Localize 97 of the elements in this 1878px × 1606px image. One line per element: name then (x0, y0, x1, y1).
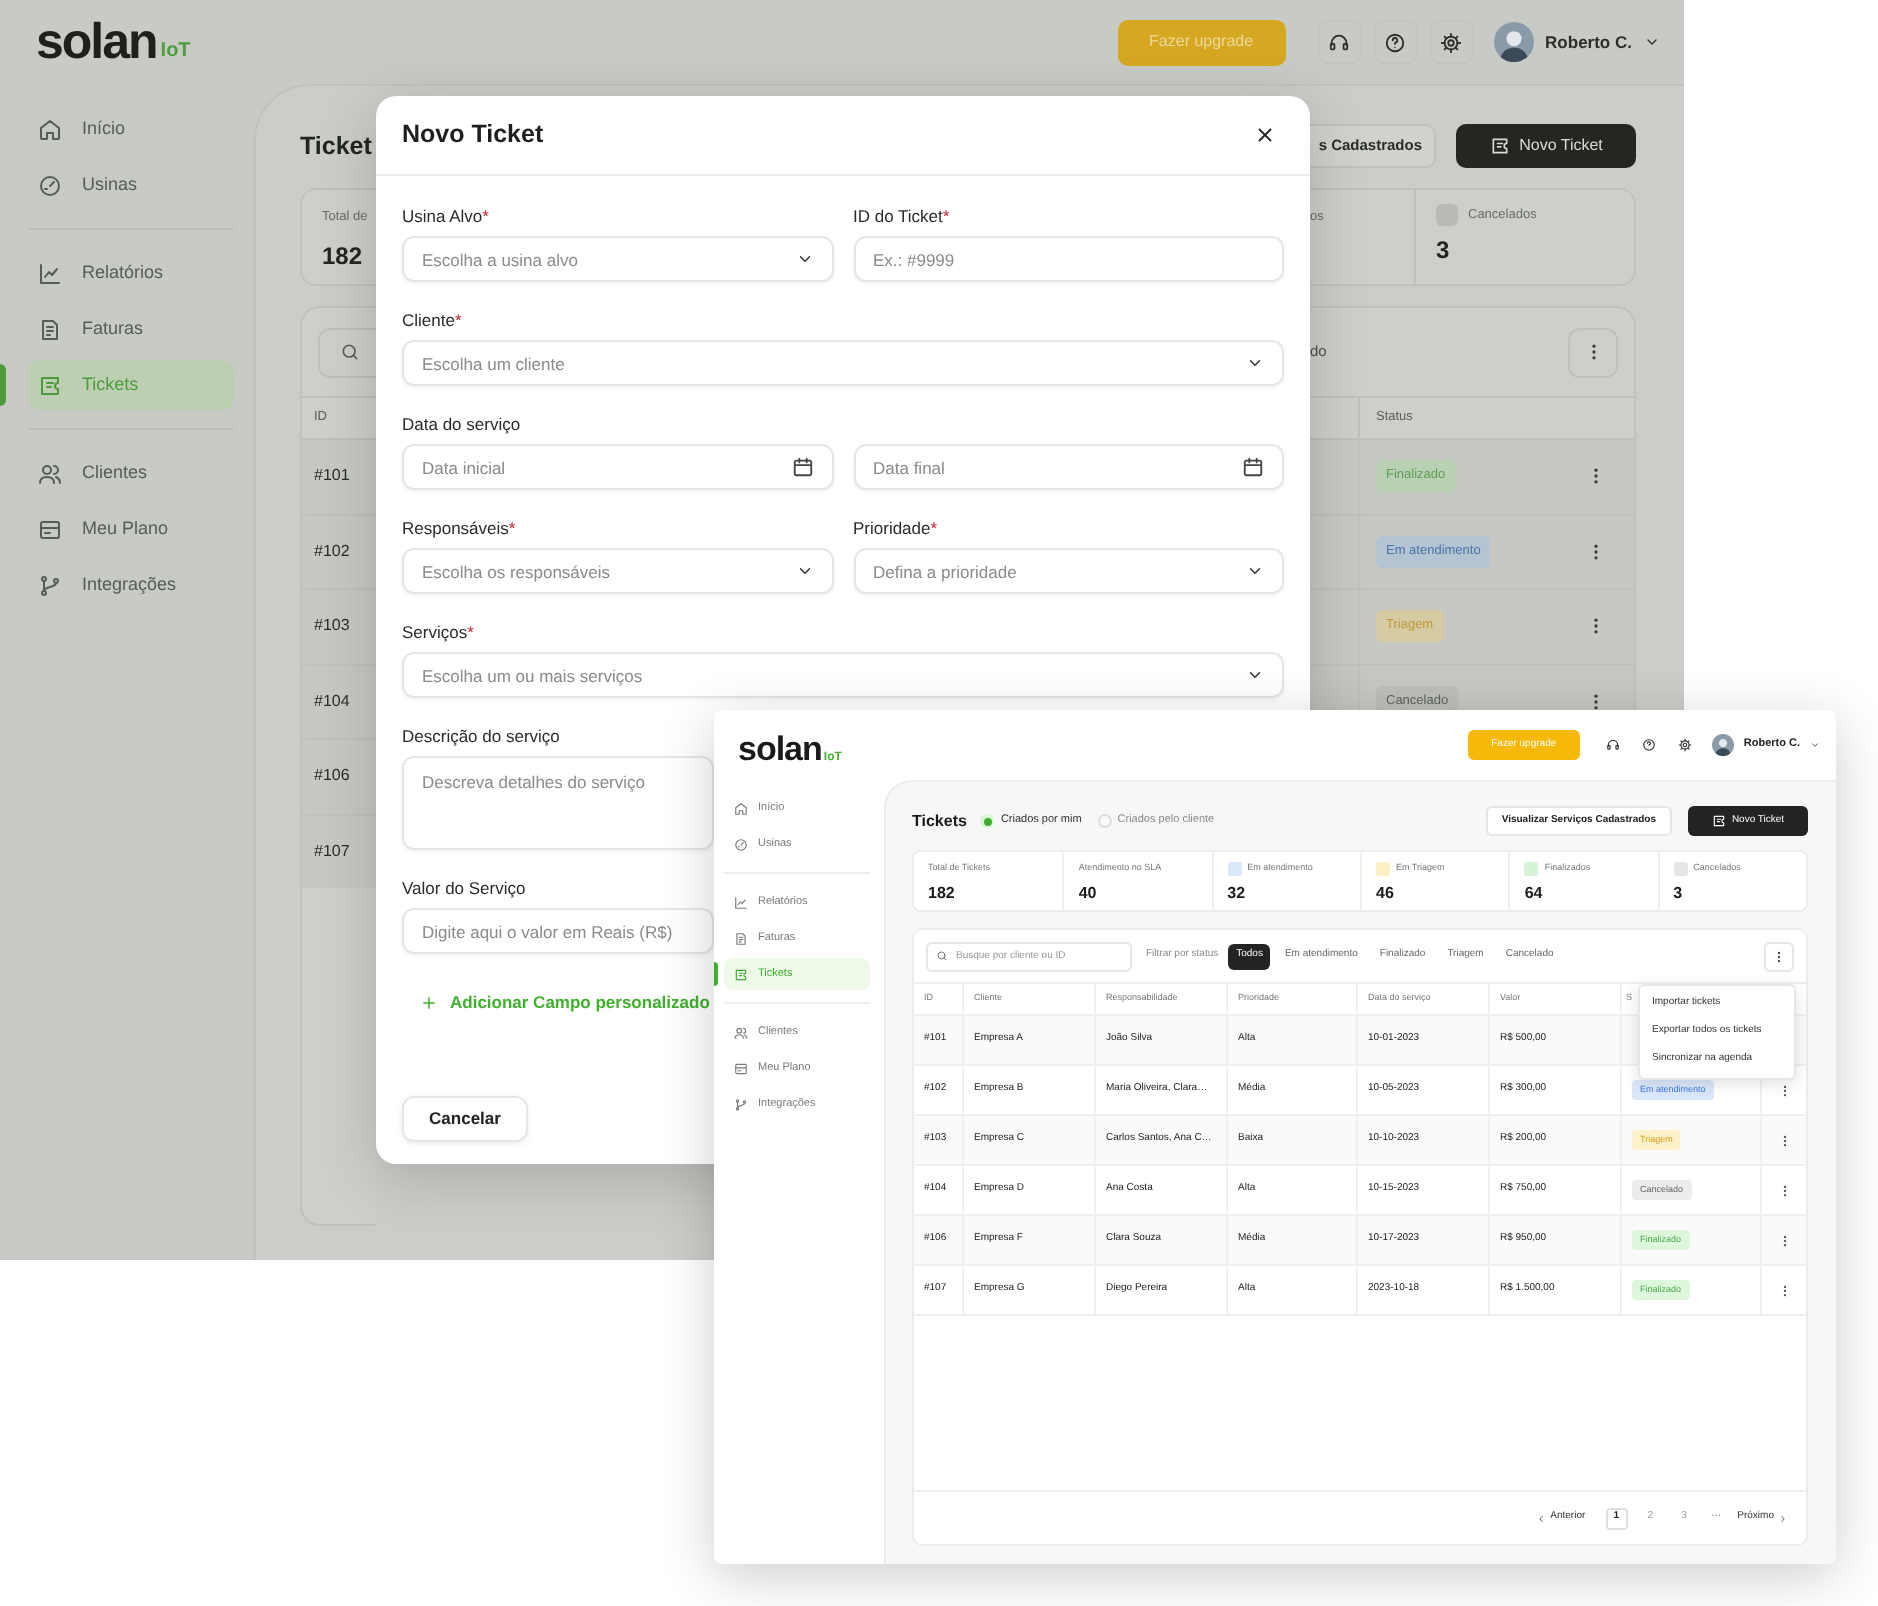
radio-button[interactable] (1097, 814, 1112, 828)
card-icon (38, 517, 62, 541)
sidebar-item[interactable]: Início (28, 104, 234, 154)
stat-value: 182 (928, 882, 957, 906)
chevron-down-icon (795, 250, 813, 268)
input-field[interactable]: Digite aqui o valor em Reais (R$) (402, 908, 714, 954)
more-icon (1772, 949, 1786, 963)
chevron-down-icon (1246, 562, 1264, 580)
document-icon (38, 317, 62, 341)
card-icon (734, 1061, 748, 1075)
logo: solan IoT (36, 22, 193, 62)
sidebar-item[interactable]: Clientes (28, 448, 234, 498)
table-cell: #101 (314, 464, 350, 489)
avatar[interactable] (1493, 22, 1534, 62)
settings-icon (1677, 738, 1692, 752)
active-indicator (0, 364, 6, 406)
document-icon (734, 931, 748, 945)
chevron-left-icon (1536, 1513, 1547, 1523)
add-field-link[interactable]: Adicionar Campo personalizado (402, 980, 710, 1024)
ticket-icon (734, 967, 748, 981)
field-label: Cliente* (402, 308, 462, 332)
users-icon (38, 461, 62, 485)
new-ticket-button[interactable]: Novo Ticket (1456, 124, 1636, 168)
home-icon (734, 801, 748, 815)
support-button[interactable] (1317, 20, 1362, 64)
select-field[interactable]: Escolha um cliente (402, 340, 1284, 386)
settings-icon (1440, 31, 1463, 53)
stat-value: 64 (1524, 882, 1545, 906)
chevron-down-icon[interactable] (1810, 740, 1820, 750)
calendar-icon (1242, 456, 1264, 478)
calendar-icon (791, 456, 813, 478)
table-cell: #104 (314, 689, 350, 714)
help-icon (1384, 31, 1407, 53)
field-label: Responsáveis* (402, 516, 516, 540)
help-button[interactable] (1373, 20, 1418, 64)
sidebar-item[interactable]: Meu Plano (28, 504, 234, 554)
user-name[interactable]: Roberto C. (1545, 29, 1632, 55)
plus-icon (420, 993, 438, 1011)
headset-icon (1328, 31, 1351, 53)
gauge-icon (734, 837, 748, 851)
avatar[interactable] (1711, 734, 1734, 756)
input-field[interactable]: Ex.: #9999 (853, 236, 1284, 282)
stat-value: 3 (1673, 882, 1685, 906)
branch-icon (734, 1097, 748, 1111)
ticket-icon (1711, 814, 1726, 828)
field-label: Usina Alvo* (402, 204, 489, 228)
home-icon (38, 117, 62, 141)
table-cell: #103 (314, 614, 350, 639)
chevron-right-icon (1778, 1513, 1788, 1523)
ticket-icon (38, 373, 62, 397)
date-field[interactable]: Data final (853, 444, 1284, 490)
sidebar-item[interactable]: Integrações (28, 560, 234, 610)
field-label: Descrição do serviço (402, 724, 560, 748)
chevron-down-icon[interactable] (1644, 34, 1660, 50)
headset-icon (1605, 738, 1620, 752)
field-label: Serviços* (402, 620, 474, 644)
select-field[interactable]: Defina a prioridade (853, 548, 1284, 594)
search-icon (936, 950, 948, 962)
sidebar-item[interactable]: Relatórios (28, 248, 234, 298)
sidebar-item[interactable]: Faturas (28, 304, 234, 354)
stat-value: 182 (322, 239, 365, 274)
branch-icon (38, 573, 62, 597)
select-field[interactable]: Escolha um ou mais serviços (402, 652, 1284, 698)
field-label: ID do Ticket* (853, 204, 950, 228)
help-icon (1641, 738, 1656, 752)
cancel-button[interactable]: Cancelar (402, 1096, 528, 1142)
chart-icon (734, 895, 748, 909)
active-indicator (714, 962, 718, 986)
sidebar-item[interactable]: Usinas (28, 160, 234, 210)
select-field[interactable]: Escolha os responsáveis (402, 548, 833, 594)
stat-value: 3 (1436, 234, 1452, 268)
settings-button[interactable] (1429, 20, 1474, 64)
chevron-down-icon (1246, 354, 1264, 372)
stat-value: 32 (1227, 882, 1248, 906)
date-field[interactable]: Data inicial (402, 444, 833, 490)
page-title: Tickets (912, 809, 967, 833)
field-label: Valor do Serviço (402, 876, 526, 900)
chart-icon (38, 261, 62, 285)
text-area[interactable]: Descreva detalhes do serviço (402, 756, 714, 850)
chevron-down-icon (795, 562, 813, 580)
close-icon[interactable] (1254, 124, 1276, 146)
table-cell: #102 (314, 539, 350, 564)
gauge-icon (38, 173, 62, 197)
table-cell: #107 (314, 839, 350, 864)
users-icon (734, 1025, 748, 1039)
dialog-title: Novo Ticket (402, 118, 544, 153)
search-icon (340, 342, 360, 362)
ticket-icon (1489, 136, 1510, 156)
chevron-down-icon (1246, 666, 1264, 684)
radio-button[interactable] (980, 814, 995, 828)
table-cell: #106 (314, 764, 350, 789)
page-title: Ticket (300, 129, 372, 164)
stat-value: 46 (1376, 882, 1396, 906)
select-field[interactable]: Escolha a usina alvo (402, 236, 833, 282)
field-label: Prioridade* (853, 516, 938, 540)
stat-value: 40 (1078, 882, 1099, 906)
field-label: Data do serviço (402, 412, 521, 436)
